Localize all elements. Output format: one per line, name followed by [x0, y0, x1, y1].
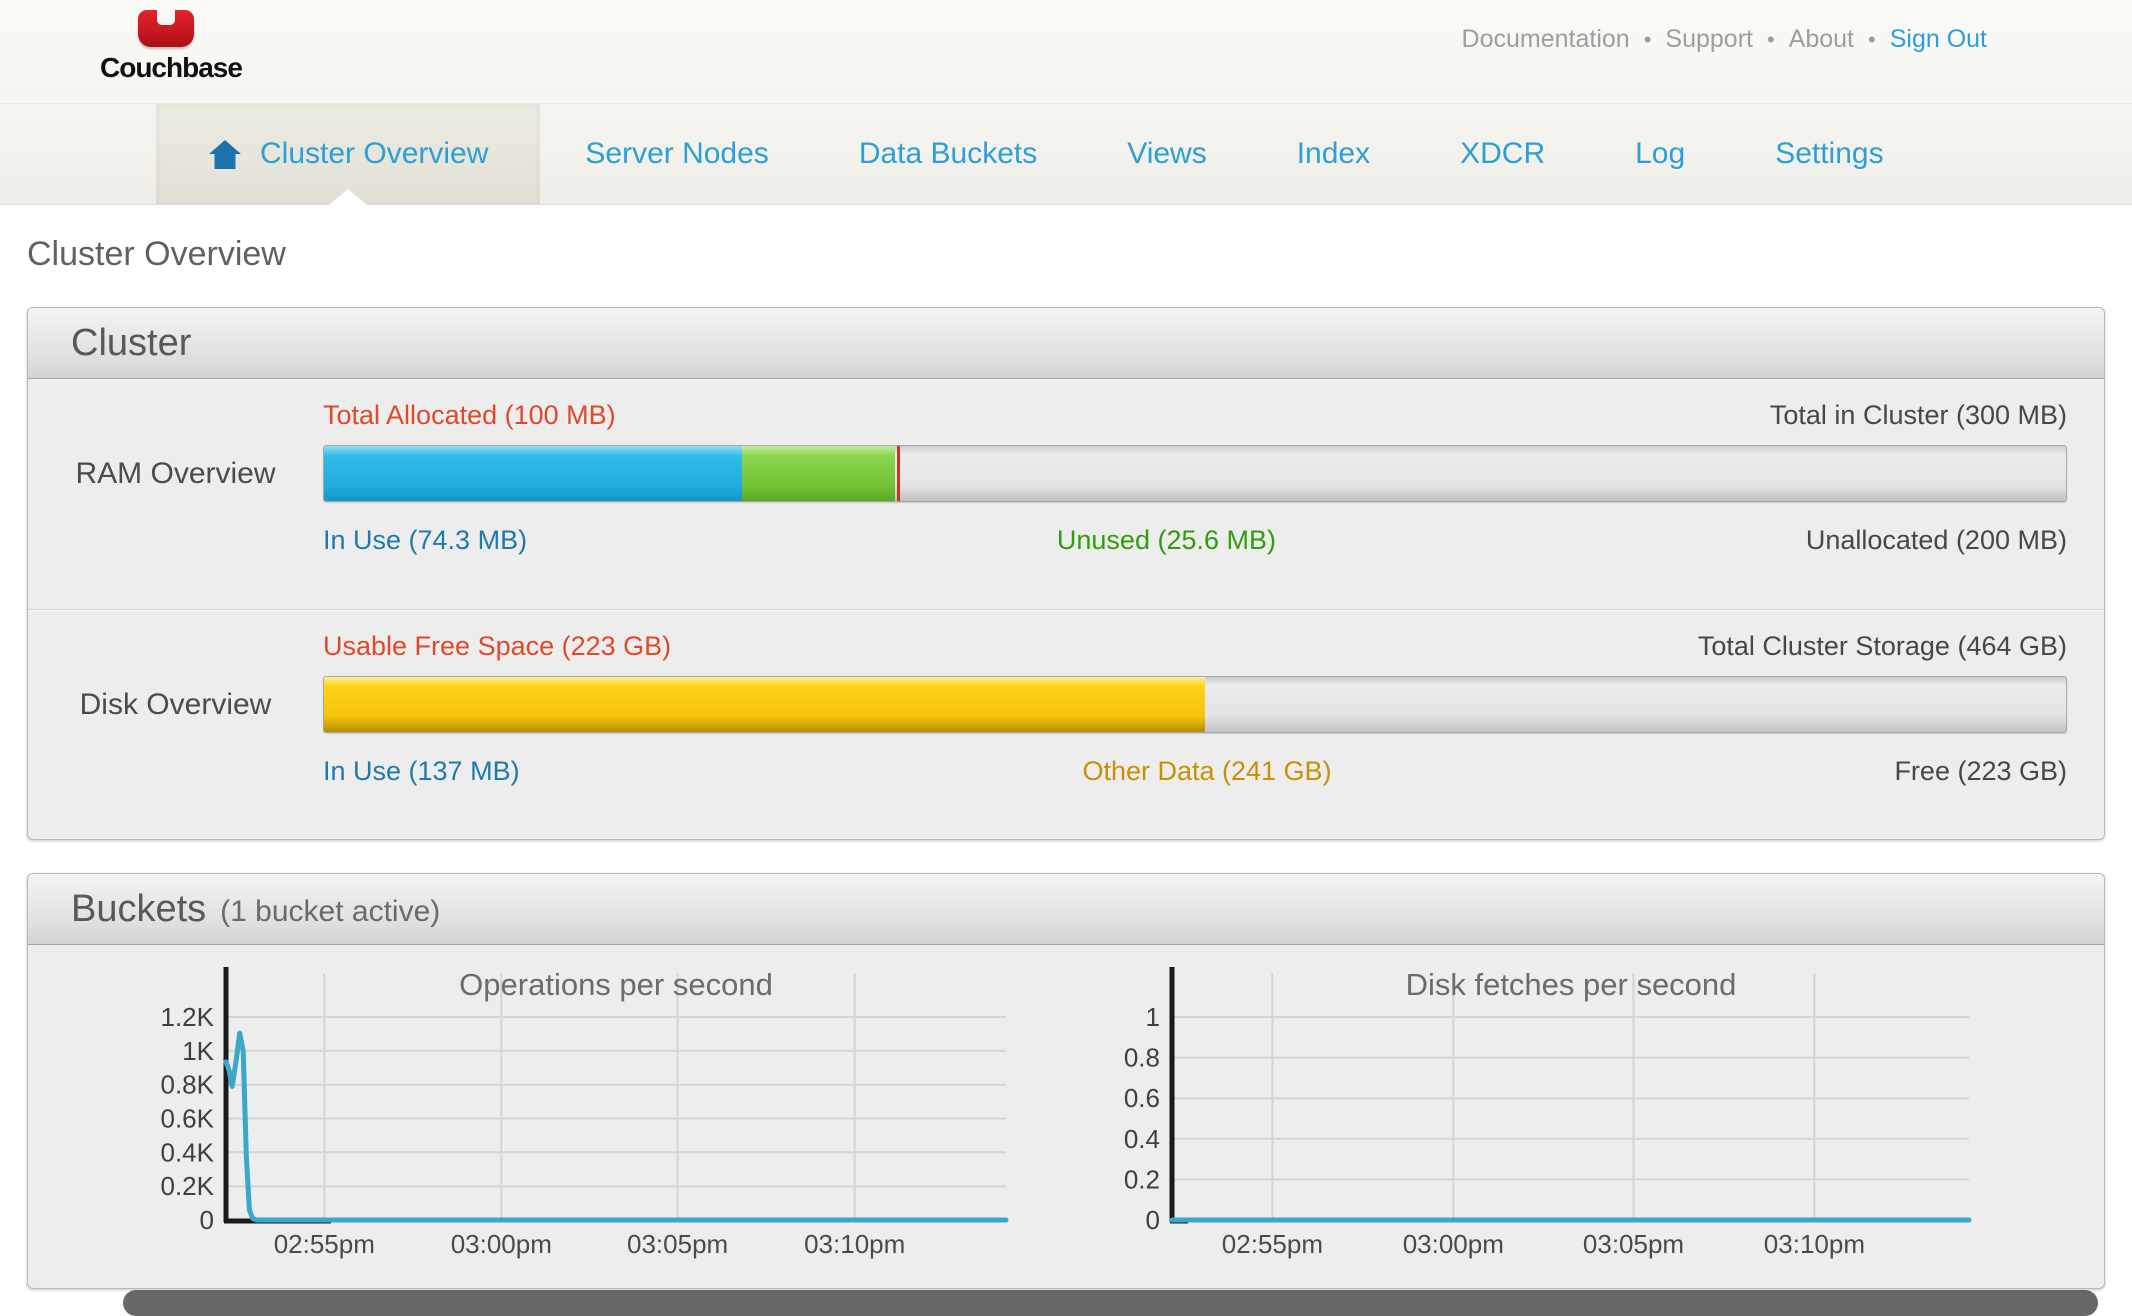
operations-per-second-chart: 02:55pm 03:00pm 03:05pm 03:10pm 1.2K 1K 0.8K 0.…	[61, 961, 1046, 1276]
top-link-about[interactable]: About	[1789, 25, 1854, 54]
nav-tab-server-nodes[interactable]: Server Nodes	[540, 104, 813, 204]
nav-tab-settings[interactable]: Settings	[1730, 104, 1928, 204]
svg-text:0: 0	[1146, 1205, 1160, 1235]
disk-overview-row: Usable Free Space (223 GB) Total Cluster…	[28, 609, 2104, 839]
top-links: Documentation • Support • About • Sign Out	[1462, 25, 1987, 54]
nav-tab-label: Log	[1635, 137, 1685, 171]
svg-text:0.4K: 0.4K	[161, 1137, 215, 1167]
svg-text:03:00pm: 03:00pm	[1403, 1229, 1504, 1259]
ram-unused-segment	[742, 446, 895, 501]
disk-free-label: Free (223 GB)	[1894, 756, 2067, 787]
nav-tab-cluster-overview[interactable]: Cluster Overview	[156, 104, 540, 204]
svg-text:02:55pm: 02:55pm	[274, 1229, 375, 1259]
bucket-charts: 02:55pm 03:00pm 03:05pm 03:10pm 1.2K 1K 0.8K 0.…	[28, 945, 2104, 1288]
svg-text:0.8K: 0.8K	[161, 1070, 215, 1100]
top-link-support[interactable]: Support	[1665, 25, 1753, 54]
link-separator: •	[1767, 27, 1775, 53]
disk-other-data-label: Other Data (241 GB)	[1082, 756, 1331, 787]
svg-text:1K: 1K	[182, 1036, 214, 1066]
ram-unallocated-label: Unallocated (200 MB)	[1806, 525, 2067, 556]
cluster-panel: Cluster Total Allocated (100 MB) Total i…	[27, 307, 2105, 840]
disk-fetches-per-second-chart: 02:55pm 03:00pm 03:05pm 03:10pm 1 0.8 0.6 0.4 0.…	[1096, 961, 2081, 1276]
couchbase-logo: Couchbase	[100, 10, 232, 84]
nav-tab-label: XDCR	[1460, 137, 1545, 171]
disk-in-use-label: In Use (137 MB)	[323, 756, 520, 787]
svg-text:1.2K: 1.2K	[161, 1002, 215, 1032]
main-nav: Cluster Overview Server Nodes Data Buckets…	[0, 103, 2132, 205]
ram-in-use-label: In Use (74.3 MB)	[323, 525, 527, 556]
ram-total-allocated-label: Total Allocated (100 MB)	[323, 400, 616, 431]
nav-tab-views[interactable]: Views	[1082, 104, 1251, 204]
svg-text:0.6K: 0.6K	[161, 1104, 215, 1134]
ram-unused-label: Unused (25.6 MB)	[1057, 525, 1276, 556]
disk-usage-bar	[323, 676, 2067, 733]
ram-total-in-cluster-label: Total in Cluster (300 MB)	[1770, 400, 2067, 431]
home-icon	[208, 139, 242, 170]
horizontal-scrollbar-thumb[interactable]	[123, 1290, 2098, 1316]
nav-tab-data-buckets[interactable]: Data Buckets	[814, 104, 1082, 204]
svg-text:0: 0	[200, 1205, 214, 1235]
nav-tabs: Cluster Overview Server Nodes Data Buckets…	[0, 104, 2132, 204]
ram-usage-bar	[323, 445, 2067, 502]
couchbase-logo-icon	[138, 10, 194, 47]
svg-text:02:55pm: 02:55pm	[1222, 1229, 1323, 1259]
svg-text:0.8: 0.8	[1124, 1043, 1160, 1073]
nav-tab-xdcr[interactable]: XDCR	[1415, 104, 1590, 204]
nav-tab-log[interactable]: Log	[1590, 104, 1730, 204]
top-link-documentation[interactable]: Documentation	[1462, 25, 1630, 54]
link-separator: •	[1644, 27, 1652, 53]
svg-text:03:10pm: 03:10pm	[804, 1229, 905, 1259]
top-header: Couchbase Documentation • Support • About • Si…	[0, 0, 2132, 103]
disk-used-segment	[324, 677, 1205, 732]
top-link-sign-out[interactable]: Sign Out	[1890, 25, 1987, 54]
link-separator: •	[1868, 27, 1876, 53]
cluster-panel-title: Cluster	[71, 322, 191, 365]
active-tab-notch	[329, 189, 367, 205]
buckets-panel-subtitle: (1 bucket active)	[220, 895, 440, 929]
nav-tab-label: Index	[1297, 137, 1370, 171]
buckets-panel-title: Buckets	[71, 888, 206, 931]
cluster-panel-header: Cluster	[28, 308, 2104, 379]
brand-name: Couchbase	[100, 52, 232, 84]
main-content: Cluster Overview Cluster Total Allocated…	[0, 205, 2132, 1289]
page-title: Cluster Overview	[27, 235, 2105, 274]
svg-text:0.2: 0.2	[1124, 1164, 1160, 1194]
nav-tab-label: Settings	[1775, 137, 1883, 171]
svg-text:0.6: 0.6	[1124, 1083, 1160, 1113]
nav-tab-label: Data Buckets	[859, 137, 1037, 171]
ram-overview-label: RAM Overview	[28, 457, 323, 491]
svg-text:0.4: 0.4	[1124, 1124, 1160, 1154]
svg-text:Operations per second: Operations per second	[459, 967, 773, 1002]
nav-tab-label: Server Nodes	[585, 137, 768, 171]
svg-text:1: 1	[1146, 1002, 1160, 1032]
svg-text:03:10pm: 03:10pm	[1764, 1229, 1865, 1259]
couchbase-logo-notch	[157, 10, 175, 25]
buckets-panel-header: Buckets (1 bucket active)	[28, 874, 2104, 945]
svg-text:Disk fetches per second: Disk fetches per second	[1406, 967, 1737, 1002]
svg-text:03:05pm: 03:05pm	[1583, 1229, 1684, 1259]
ram-quota-marker	[897, 446, 900, 501]
disk-total-cluster-storage-label: Total Cluster Storage (464 GB)	[1698, 631, 2067, 662]
svg-text:03:00pm: 03:00pm	[451, 1229, 552, 1259]
disk-overview-label: Disk Overview	[28, 688, 323, 722]
ram-overview-row: Total Allocated (100 MB) Total in Cluste…	[28, 379, 2104, 609]
nav-tab-label: Views	[1127, 137, 1206, 171]
svg-text:03:05pm: 03:05pm	[627, 1229, 728, 1259]
ram-in-use-segment	[324, 446, 742, 501]
buckets-panel: Buckets (1 bucket active) 02:55pm 03:00pm…	[27, 873, 2105, 1289]
svg-text:0.2K: 0.2K	[161, 1171, 215, 1201]
nav-tab-label: Cluster Overview	[260, 137, 488, 171]
disk-usable-free-space-label: Usable Free Space (223 GB)	[323, 631, 671, 662]
nav-tab-index[interactable]: Index	[1252, 104, 1415, 204]
